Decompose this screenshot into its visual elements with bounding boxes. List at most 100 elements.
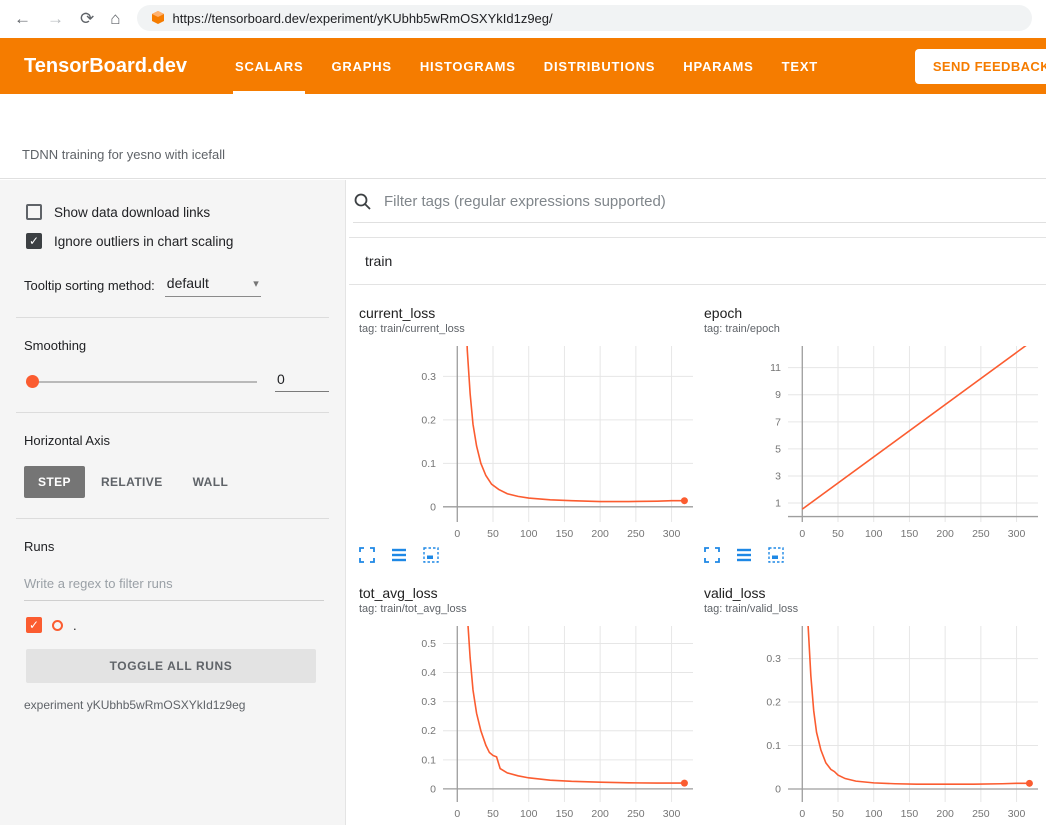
tab-graphs[interactable]: GRAPHS [329, 38, 393, 94]
run-row: ✓ . [26, 617, 329, 633]
tab-text[interactable]: TEXT [780, 38, 820, 94]
chevron-down-icon: ▾ [253, 277, 259, 290]
svg-text:0.2: 0.2 [421, 725, 436, 737]
expand-chart-icon[interactable] [704, 547, 720, 563]
svg-text:250: 250 [972, 808, 990, 820]
svg-text:11: 11 [770, 362, 781, 374]
axis-relative-button[interactable]: RELATIVE [87, 466, 177, 498]
svg-text:0.1: 0.1 [421, 754, 436, 766]
browser-chrome: ← → ⟳ ⌂ https://tensorboard.dev/experime… [0, 0, 1046, 36]
horizontal-axis-buttons: STEPRELATIVEWALL [24, 466, 329, 498]
svg-text:0: 0 [775, 783, 781, 795]
svg-text:150: 150 [901, 528, 919, 540]
smoothing-slider-thumb[interactable] [26, 375, 39, 388]
svg-text:150: 150 [556, 808, 574, 820]
experiment-id-label: experiment yKUbhb5wRmOSXYkId1z9eg [24, 698, 329, 712]
tab-histograms[interactable]: HISTOGRAMS [418, 38, 518, 94]
svg-text:300: 300 [1008, 808, 1026, 820]
address-bar[interactable]: https://tensorboard.dev/experiment/yKUbh… [137, 5, 1032, 31]
svg-text:5: 5 [775, 443, 781, 455]
chart-plot[interactable]: 05010015020025030000.10.20.3 [359, 341, 699, 543]
chart-plot[interactable]: 05010015020025030000.10.20.3 [704, 621, 1044, 823]
chart-title: tot_avg_loss [359, 585, 704, 601]
axis-step-button[interactable]: STEP [24, 466, 85, 498]
run-name: . [73, 618, 77, 633]
experiment-title: TDNN training for yesno with icefall [22, 147, 225, 162]
svg-text:200: 200 [591, 808, 609, 820]
svg-text:0: 0 [430, 501, 436, 513]
tooltip-sorting-select[interactable]: default ▾ [165, 273, 261, 297]
svg-text:100: 100 [865, 528, 883, 540]
smoothing-slider[interactable] [26, 381, 257, 383]
svg-text:100: 100 [865, 808, 883, 820]
svg-text:3: 3 [775, 470, 781, 482]
chart-toolbar [359, 547, 704, 563]
smoothing-label: Smoothing [24, 338, 329, 353]
smoothing-value[interactable]: 0 [275, 371, 329, 392]
experiment-bar: TDNN training for yesno with icefall [0, 94, 1046, 179]
send-feedback-button[interactable]: SEND FEEDBACK [915, 49, 1046, 84]
chart-grid: current_loss tag: train/current_loss 050… [347, 285, 1046, 825]
chart-plot[interactable]: 0501001502002503001357911 [704, 341, 1044, 543]
svg-text:0.3: 0.3 [421, 696, 436, 708]
horizontal-axis-label: Horizontal Axis [24, 433, 329, 448]
svg-text:200: 200 [591, 528, 609, 540]
smoothing-row: 0 [26, 371, 329, 392]
tag-group-train[interactable]: train [349, 237, 1046, 285]
chart-plot[interactable]: 05010015020025030000.10.20.30.40.5 [359, 621, 699, 823]
svg-text:250: 250 [627, 808, 645, 820]
svg-text:50: 50 [832, 528, 844, 540]
toggle-y-axis-icon[interactable] [391, 547, 407, 563]
toggle-all-runs-button[interactable]: TOGGLE ALL RUNS [26, 649, 316, 683]
svg-text:0: 0 [454, 808, 460, 820]
site-favicon-icon [151, 11, 165, 25]
svg-text:200: 200 [936, 528, 954, 540]
tag-filter-input[interactable] [382, 192, 1046, 211]
reload-icon[interactable]: ⟳ [80, 10, 94, 27]
tab-distributions[interactable]: DISTRIBUTIONS [542, 38, 658, 94]
chart-toolbar [704, 547, 1046, 563]
ignore-outliers-label: Ignore outliers in chart scaling [54, 234, 233, 249]
fit-domain-icon[interactable] [768, 547, 784, 563]
chart-title: epoch [704, 305, 1046, 321]
svg-text:0.3: 0.3 [766, 653, 781, 665]
chart-tag: tag: train/valid_loss [704, 603, 1046, 615]
svg-text:0: 0 [430, 783, 436, 795]
forward-icon[interactable]: → [47, 10, 64, 27]
ignore-outliers-row: ✓ Ignore outliers in chart scaling [26, 233, 329, 249]
svg-text:0.2: 0.2 [421, 414, 436, 426]
expand-chart-icon[interactable] [359, 547, 375, 563]
tab-scalars[interactable]: SCALARS [233, 38, 305, 94]
runs-filter-input[interactable] [24, 572, 324, 601]
show-download-links-row: Show data download links [26, 204, 329, 220]
svg-text:0.1: 0.1 [766, 740, 781, 752]
svg-text:0.4: 0.4 [421, 667, 436, 679]
tooltip-sorting-label: Tooltip sorting method: [24, 278, 155, 293]
tab-hparams[interactable]: HPARAMS [681, 38, 755, 94]
svg-text:0.2: 0.2 [766, 697, 781, 709]
chart-card-epoch: epoch tag: train/epoch 05010015020025030… [704, 305, 1046, 563]
chart-card-tot_avg_loss: tot_avg_loss tag: train/tot_avg_loss 050… [359, 585, 704, 825]
home-icon[interactable]: ⌂ [110, 10, 120, 27]
run-checkbox[interactable]: ✓ [26, 617, 42, 633]
search-icon [353, 192, 372, 211]
svg-text:300: 300 [663, 808, 681, 820]
chart-card-valid_loss: valid_loss tag: train/valid_loss 0501001… [704, 585, 1046, 825]
svg-text:7: 7 [775, 416, 781, 428]
svg-text:0: 0 [799, 528, 805, 540]
chart-tag: tag: train/epoch [704, 323, 1046, 335]
ignore-outliers-checkbox[interactable]: ✓ [26, 233, 42, 249]
svg-text:200: 200 [936, 808, 954, 820]
chart-tag: tag: train/tot_avg_loss [359, 603, 704, 615]
svg-text:250: 250 [972, 528, 990, 540]
fit-domain-icon[interactable] [423, 547, 439, 563]
back-icon[interactable]: ← [14, 10, 31, 27]
page: ← → ⟳ ⌂ https://tensorboard.dev/experime… [0, 0, 1046, 825]
toggle-y-axis-icon[interactable] [736, 547, 752, 563]
axis-wall-button[interactable]: WALL [179, 466, 243, 498]
show-download-links-checkbox[interactable] [26, 204, 42, 220]
svg-text:250: 250 [627, 528, 645, 540]
chart-title: current_loss [359, 305, 704, 321]
svg-text:1: 1 [775, 498, 781, 510]
run-color-swatch [52, 620, 63, 631]
